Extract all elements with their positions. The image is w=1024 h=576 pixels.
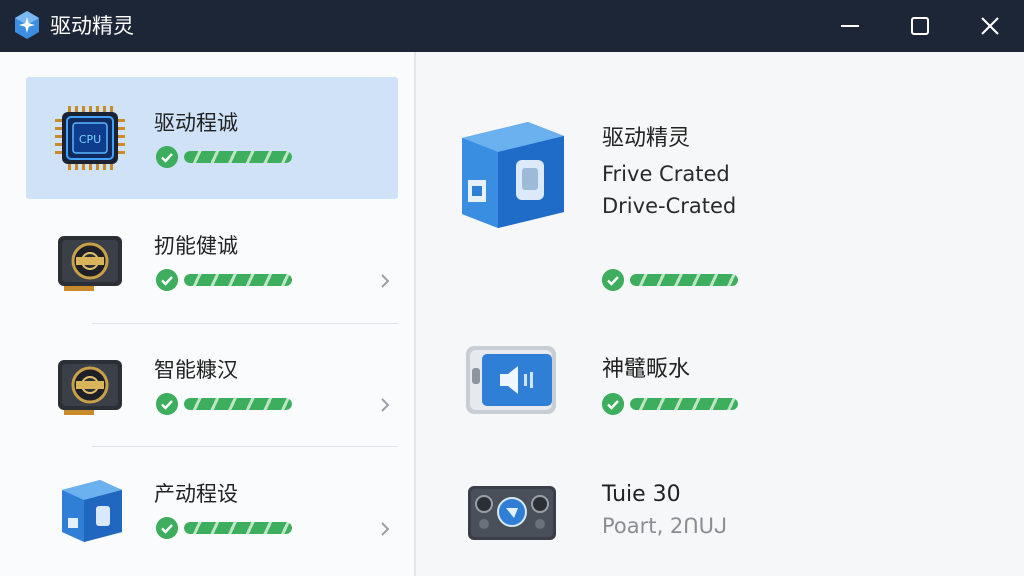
maximize-icon <box>911 17 929 35</box>
driver-item-label: 扨能健诚 <box>154 234 238 258</box>
graphics-card-icon <box>58 236 122 291</box>
progress-bar <box>184 522 292 534</box>
driver-item-label: 智能糠汉 <box>154 358 238 382</box>
driver-item-label: 驱动程诚 <box>154 111 238 135</box>
driver-item-label: 产动程设 <box>154 482 238 506</box>
check-icon <box>602 269 624 291</box>
status-row <box>156 268 296 292</box>
cpu-chip-icon: CPU <box>55 106 125 170</box>
status-row <box>156 145 296 169</box>
minimize-button[interactable] <box>830 8 870 44</box>
title-bar[interactable]: 驱动精灵 <box>0 0 1024 52</box>
audio-status-row <box>602 392 742 416</box>
app-logo-icon <box>15 11 39 39</box>
check-icon <box>156 517 178 539</box>
product-status-row <box>602 268 742 292</box>
minimize-icon <box>841 25 859 27</box>
system-subtitle: Poart‚ 2ᑎᑌᒍ <box>602 514 728 538</box>
maximize-button[interactable] <box>900 8 940 44</box>
window-title: 驱动精灵 <box>50 14 134 38</box>
system-board-icon <box>468 486 556 540</box>
check-icon <box>156 146 178 168</box>
product-subtitle-1: Frive Crated <box>602 162 730 186</box>
main-window: 驱动精灵 CPU 驱动程诚 扨能健诚 智能糠汉 产动程设 驱动精灵 Frive … <box>0 0 1024 576</box>
product-title: 驱动精灵 <box>602 126 691 151</box>
list-divider <box>92 446 398 447</box>
audio-title: 神鼊畈水 <box>602 357 691 382</box>
status-row <box>156 392 296 416</box>
close-icon <box>981 17 999 35</box>
driver-box-icon <box>62 480 122 542</box>
system-title: Tuie 30 <box>602 482 681 507</box>
driver-item-graphics[interactable]: 扨能健诚 <box>26 200 398 322</box>
check-icon <box>602 393 624 415</box>
chevron-right-icon <box>381 274 390 288</box>
progress-bar <box>184 398 292 410</box>
driver-item-smart[interactable]: 智能糠汉 <box>26 324 398 446</box>
progress-bar <box>630 398 738 410</box>
driver-box-icon <box>462 122 564 228</box>
chevron-right-icon <box>381 398 390 412</box>
status-row <box>156 516 296 540</box>
audio-device-icon <box>466 346 556 414</box>
driver-item-install[interactable]: 产动程设 <box>26 448 398 570</box>
progress-bar <box>630 274 738 286</box>
check-icon <box>156 393 178 415</box>
chevron-right-icon <box>381 522 390 536</box>
product-subtitle-2: Drive-Crated <box>602 194 737 218</box>
svg-text:CPU: CPU <box>79 133 101 146</box>
progress-bar <box>184 274 292 286</box>
progress-bar <box>184 151 292 163</box>
check-icon <box>156 269 178 291</box>
close-button[interactable] <box>970 8 1010 44</box>
driver-item-cpu[interactable]: CPU 驱动程诚 <box>26 77 398 199</box>
graphics-card-icon <box>58 360 122 415</box>
